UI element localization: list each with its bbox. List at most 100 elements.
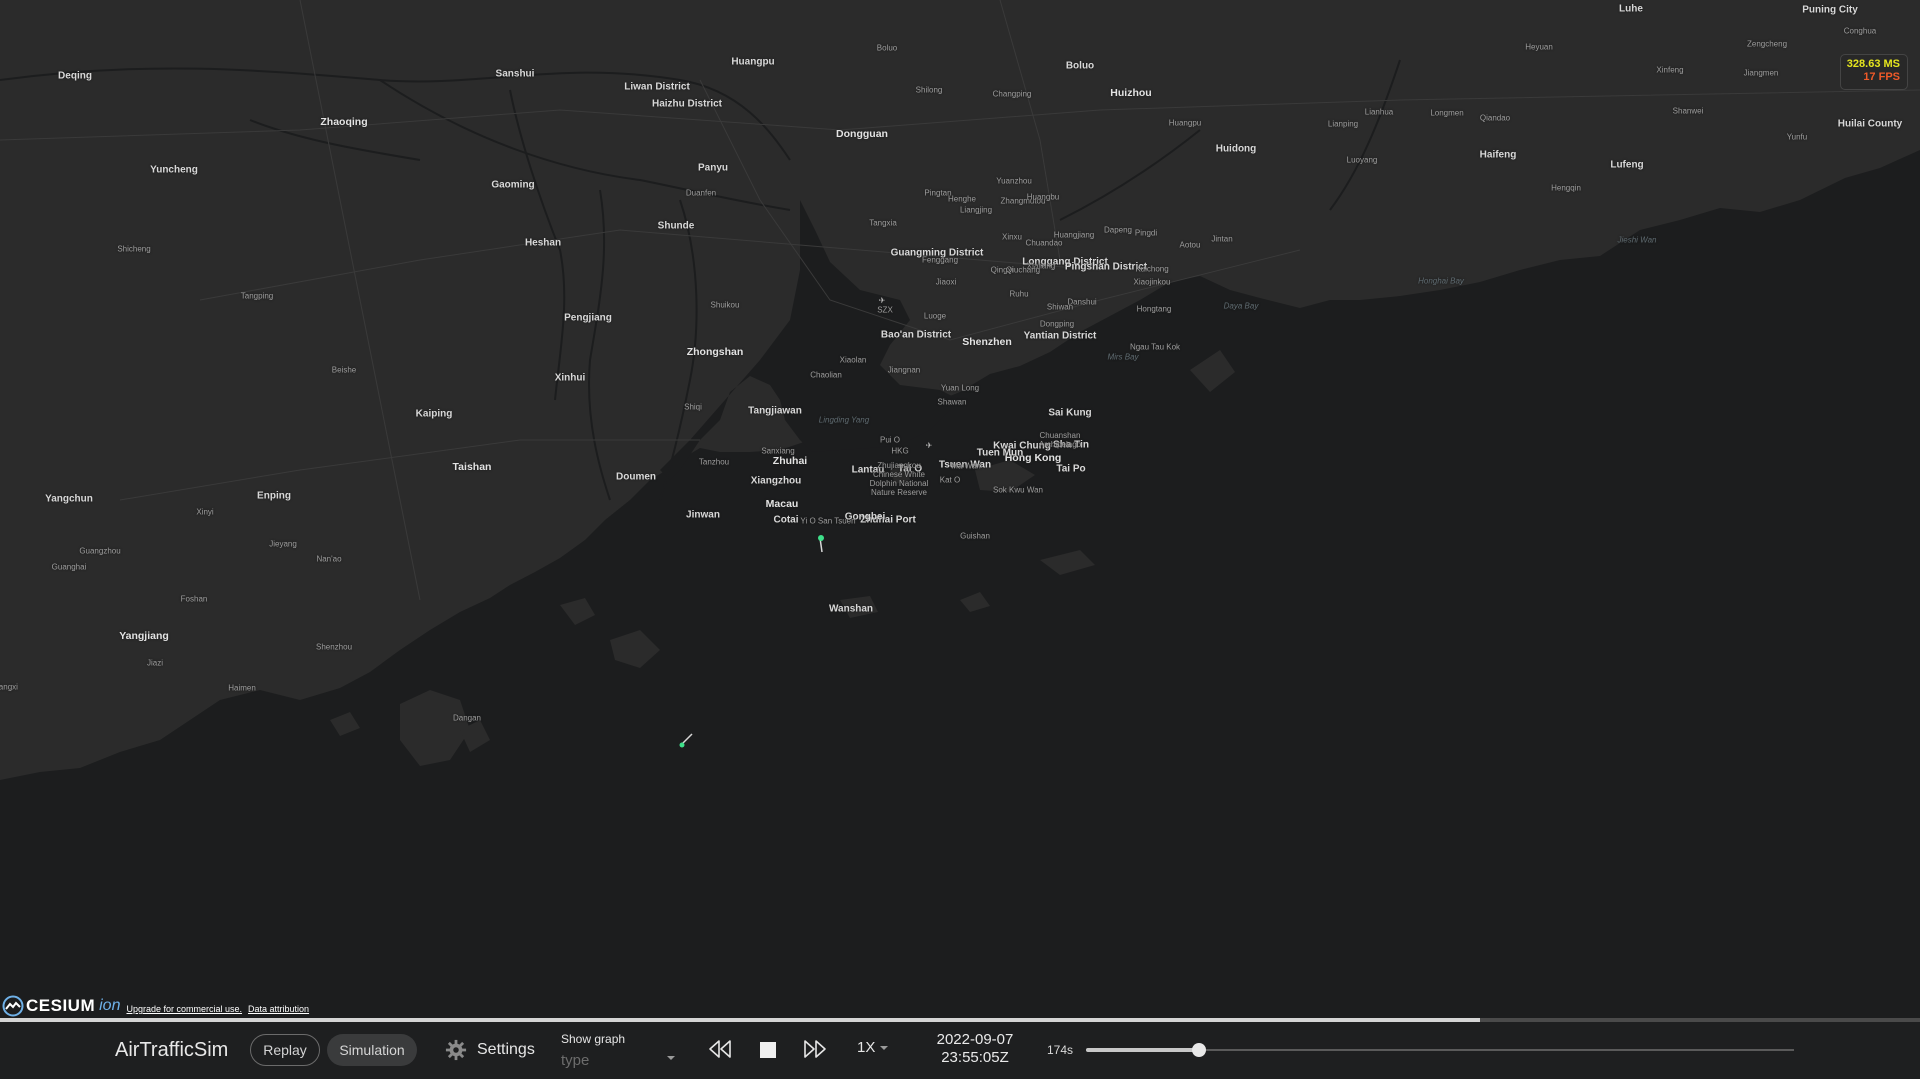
map-label-town: Qiuchang	[1005, 265, 1041, 275]
replay-button[interactable]: Replay	[250, 1034, 320, 1066]
chevron-down-icon	[880, 1045, 889, 1050]
map-label-citie: Deqing	[58, 70, 92, 82]
map-label-town: Huangpu	[1168, 118, 1202, 128]
map-label-citie: Huidong	[1215, 143, 1257, 155]
map-label-town: Longmen	[1430, 108, 1464, 118]
map-label-town: Heyuan	[1525, 42, 1553, 52]
cesium-logo-icon	[2, 995, 24, 1017]
cesium-wordmark: CESIUM	[26, 996, 96, 1015]
map-label-town: Fenggang	[921, 255, 959, 265]
map-label-poi: Zhujiangkou Chinese White Dolphin Nation…	[869, 461, 929, 497]
map-label-poi: Dangan	[452, 713, 482, 723]
rewind-button[interactable]	[707, 1038, 733, 1065]
elapsed-time: 174s	[1047, 1043, 1074, 1057]
map-label-town: Dapeng	[1103, 225, 1133, 235]
cesium-logo[interactable]: CESIUM ion	[2, 995, 120, 1017]
bottom-toolbar: AirTrafficSim Replay Simulation Settings…	[0, 1022, 1920, 1079]
map-label-citie: Kaiping	[415, 408, 453, 420]
playback-speed-value: 1X	[857, 1039, 876, 1056]
map-label-town: Luoge	[923, 311, 947, 321]
map-label-town: Shuikou	[710, 300, 740, 310]
fast-forward-icon	[804, 1040, 826, 1058]
time-slider-thumb[interactable]	[1192, 1043, 1207, 1057]
map-label-town: Beishe	[331, 365, 357, 375]
map-label-citie: Liwan District	[624, 81, 690, 93]
map-label-town: Chuandao	[1025, 238, 1063, 248]
map-label-citie: Enping	[257, 490, 291, 502]
map-label-water: Jieshi Wan	[1617, 235, 1657, 245]
map-label-citie: Xiangzhou	[750, 475, 802, 487]
map-label-town: Xiaolan	[839, 355, 867, 365]
map-label-water: Mirs Bay	[1107, 352, 1139, 362]
map-label-citie: Puning City	[1802, 4, 1858, 16]
graph-select-placeholder: type	[561, 1052, 590, 1069]
data-attribution-link[interactable]: Data attribution	[248, 1004, 309, 1014]
map-label-town: Guangzhou	[79, 546, 121, 556]
map-label-town: Henghe	[947, 194, 977, 204]
clock-date: 2022-09-07	[936, 1031, 1014, 1048]
map-label-town: Ma Wan	[951, 461, 981, 471]
map-label-town: Shicheng	[117, 244, 151, 254]
map-label-citie: Zhongshan	[686, 346, 744, 358]
map-label-citie: Huizhou	[1110, 87, 1152, 99]
map-label-citie: Huangpu	[731, 56, 775, 68]
map-label-town: Changping	[992, 89, 1032, 99]
map-label-town: Hengqin	[1551, 183, 1581, 193]
map-label-town: Liangjing	[959, 205, 993, 215]
map-label-town: Pingdi	[1134, 228, 1158, 238]
map-label-town: Sanxiang	[761, 446, 795, 456]
map-viewport[interactable]: ✈ ✈ Zhaoqing Sanshui Huangpu Liwan District…	[0, 0, 1920, 1018]
playback-speed-select[interactable]: 1X	[857, 1039, 890, 1056]
rewind-icon	[709, 1040, 731, 1058]
chevron-down-icon	[667, 1056, 675, 1060]
map-label-town: Jieyang	[269, 539, 297, 549]
map-label-citie: Tuen Mun	[976, 447, 1024, 459]
aircraft-marker[interactable]	[679, 742, 685, 748]
map-label-citie: Boluo	[1065, 60, 1095, 72]
map-label-poi: Ngau Tau Kok	[1129, 342, 1181, 352]
map-label-citie: Yangjiang	[119, 630, 169, 642]
map-label-town: Aotou	[1179, 240, 1201, 250]
clock-time: 23:55:05Z	[941, 1049, 1009, 1066]
map-label-town: Nan'ao	[316, 554, 342, 564]
map-label-town: Chaolian	[810, 370, 842, 380]
stop-icon	[760, 1042, 776, 1058]
stop-button[interactable]	[759, 1041, 777, 1064]
upgrade-link[interactable]: Upgrade for commercial use.	[126, 1004, 242, 1014]
map-label-town: Dongping	[1039, 319, 1075, 329]
map-label-citie: Haifeng	[1479, 149, 1517, 161]
map-label-town: Jiangnan	[887, 365, 921, 375]
map-label-town: Tangping	[240, 291, 274, 301]
frame-rate: 17 FPS	[1863, 71, 1900, 83]
frame-time: 328.63 MS	[1846, 58, 1900, 70]
map-label-citie: Zhaoqing	[320, 116, 368, 128]
map-label-town: Haimen	[228, 683, 256, 693]
map-label-citie: Tai Po	[1056, 463, 1086, 475]
map-label-town: Qiandao	[1479, 113, 1511, 123]
time-slider[interactable]	[1086, 1043, 1794, 1057]
aircraft-marker[interactable]	[818, 535, 824, 541]
map-label-citie: Yantian District	[1023, 330, 1097, 342]
map-label-town: Shiqi	[684, 402, 702, 412]
settings-button[interactable]: Settings	[445, 1036, 535, 1064]
map-label-town: Jintan	[1211, 234, 1233, 244]
map-label-town: Yangxi	[0, 682, 18, 692]
map-label-town: Jiaoxi	[935, 277, 957, 287]
map-label-town: Xiaojinkou	[1133, 277, 1171, 287]
map-canvas: ✈ ✈	[0, 0, 1920, 1018]
map-label-town: Conghua	[1843, 26, 1877, 36]
map-label-town: Shawan	[937, 397, 967, 407]
map-label-town: Jiangmen	[1743, 68, 1779, 78]
map-label-town: Shilong	[915, 85, 943, 95]
gear-icon	[445, 1039, 467, 1061]
graph-type-select[interactable]: Show graph type	[561, 1030, 677, 1072]
map-label-poi: Pui O	[879, 435, 901, 445]
map-label-poi: SZX	[877, 305, 893, 315]
fast-forward-button[interactable]	[802, 1038, 828, 1065]
map-label-citie: Heshan	[524, 237, 562, 249]
simulation-button[interactable]: Simulation	[327, 1034, 417, 1066]
map-label-poi: Kat O	[939, 475, 961, 485]
map-label-citie: Xinhui	[554, 372, 586, 384]
map-label-town: Jiazi	[146, 658, 164, 668]
map-label-town: Xinxu	[1001, 232, 1023, 242]
